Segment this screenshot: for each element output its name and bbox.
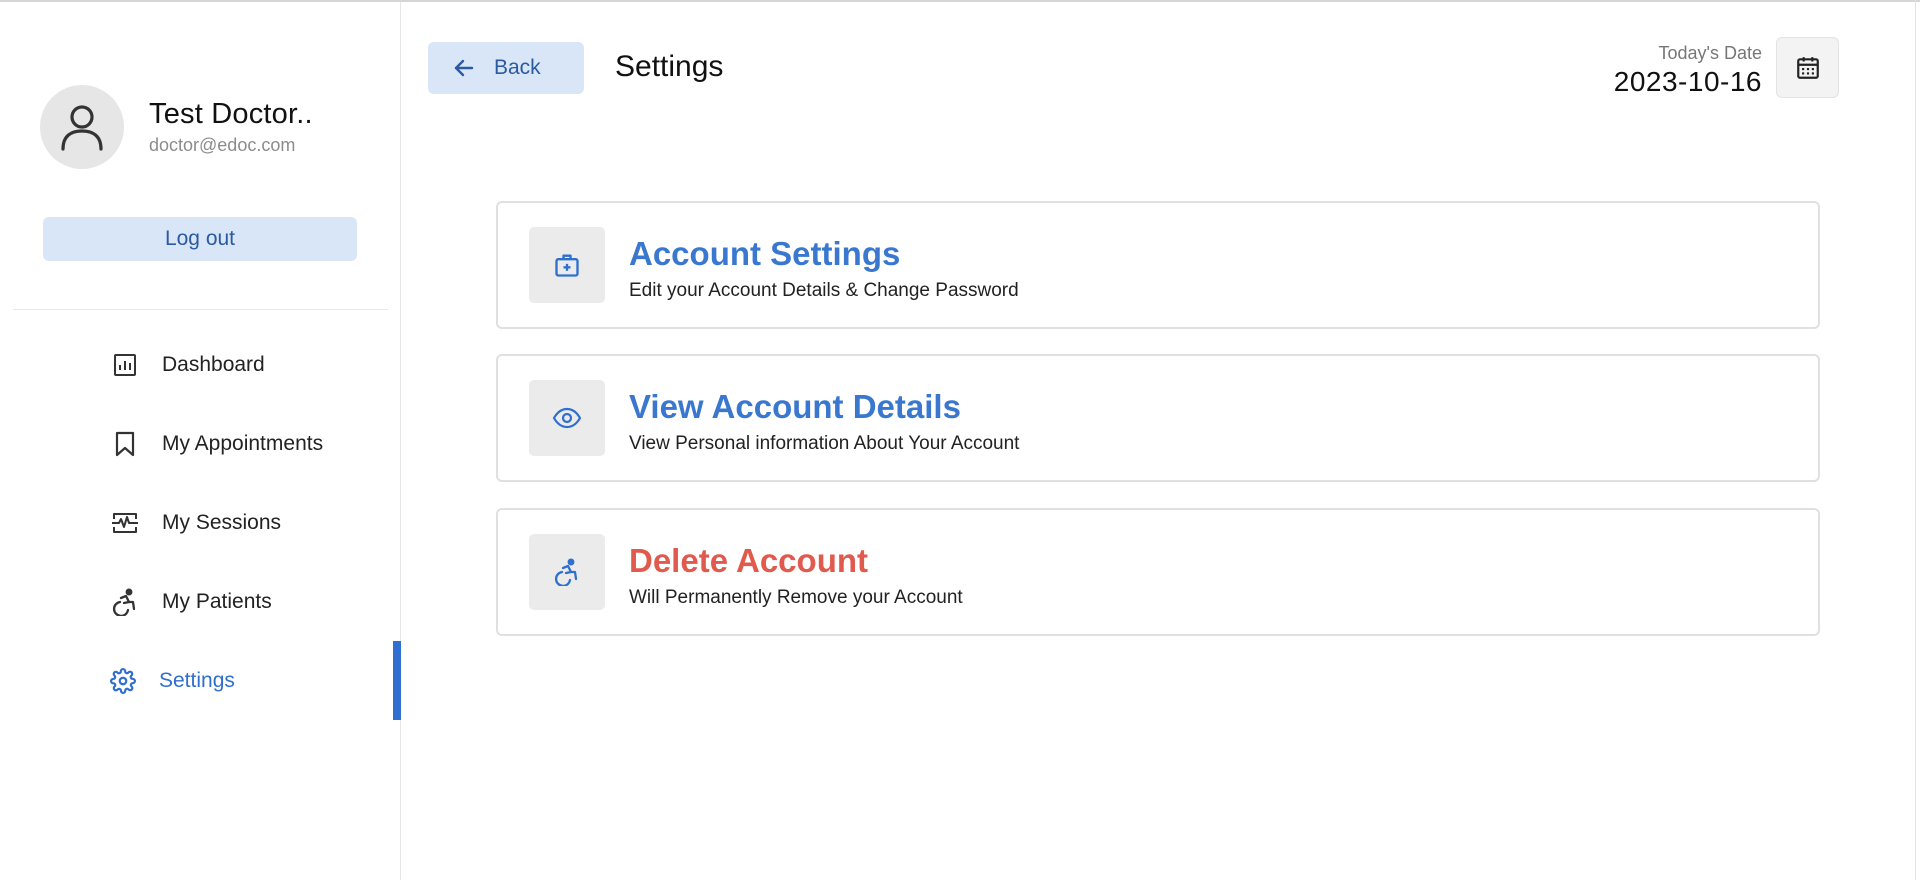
card-title: View Account Details	[629, 388, 961, 425]
date-label: Today's Date	[1658, 43, 1763, 63]
card-title: Delete Account	[629, 542, 868, 579]
sidebar-item-sessions[interactable]: My Sessions	[0, 483, 401, 562]
sidebar-item-label: Settings	[159, 668, 235, 692]
sidebar: Test Doctor.. doctor@edoc.com Log out Da…	[0, 2, 401, 880]
date-value: 2023-10-16	[1613, 66, 1762, 97]
wheelchair-icon	[555, 558, 578, 586]
right-border	[1915, 0, 1916, 880]
sidebar-item-dashboard[interactable]: Dashboard	[0, 325, 401, 404]
card-title: Account Settings	[629, 235, 901, 272]
logout-button[interactable]: Log out	[43, 217, 357, 261]
calendar-button[interactable]	[1776, 37, 1839, 98]
arrow-left-icon	[454, 59, 474, 77]
dashboard-icon	[111, 351, 139, 379]
sidebar-item-settings[interactable]: Settings	[0, 641, 401, 720]
card-description: Will Permanently Remove your Account	[629, 587, 963, 608]
account-settings-card[interactable]: Account Settings Edit your Account Detai…	[496, 201, 1820, 329]
delete-account-card[interactable]: Delete Account Will Permanently Remove y…	[496, 508, 1820, 636]
calendar-icon	[1796, 56, 1819, 79]
page-title: Settings	[615, 50, 724, 83]
profile-email: doctor@edoc.com	[149, 135, 296, 155]
gear-icon	[109, 667, 137, 695]
profile: Test Doctor.. doctor@edoc.com	[40, 85, 313, 169]
bookmark-icon	[111, 430, 139, 458]
eye-icon	[552, 407, 582, 429]
card-icon-box	[529, 534, 605, 610]
view-account-details-card[interactable]: View Account Details View Personal infor…	[496, 354, 1820, 482]
profile-text: Test Doctor.. doctor@edoc.com	[149, 98, 313, 156]
card-description: View Personal information About Your Acc…	[629, 433, 1020, 454]
card-icon-box	[529, 227, 605, 303]
back-label: Back	[494, 56, 541, 79]
date-display: Today's Date 2023-10-16	[1614, 43, 1762, 98]
card-description: Edit your Account Details & Change Passw…	[629, 280, 1019, 301]
sidebar-item-label: My Patients	[162, 589, 272, 613]
sidebar-item-appointments[interactable]: My Appointments	[0, 404, 401, 483]
avatar	[40, 85, 124, 169]
sidebar-item-patients[interactable]: My Patients	[0, 562, 401, 641]
sidebar-item-label: My Sessions	[162, 510, 282, 534]
profile-name: Test Doctor..	[149, 98, 313, 130]
sessions-icon	[111, 509, 139, 537]
medical-bag-icon	[555, 254, 579, 277]
active-indicator	[393, 641, 401, 720]
back-button[interactable]: Back	[428, 42, 584, 94]
sidebar-item-label: My Appointments	[162, 431, 324, 455]
user-icon	[61, 105, 103, 151]
accessibility-icon	[111, 588, 139, 616]
sidebar-item-label: Dashboard	[162, 352, 265, 376]
card-icon-box	[529, 380, 605, 456]
sidebar-divider	[13, 309, 388, 310]
